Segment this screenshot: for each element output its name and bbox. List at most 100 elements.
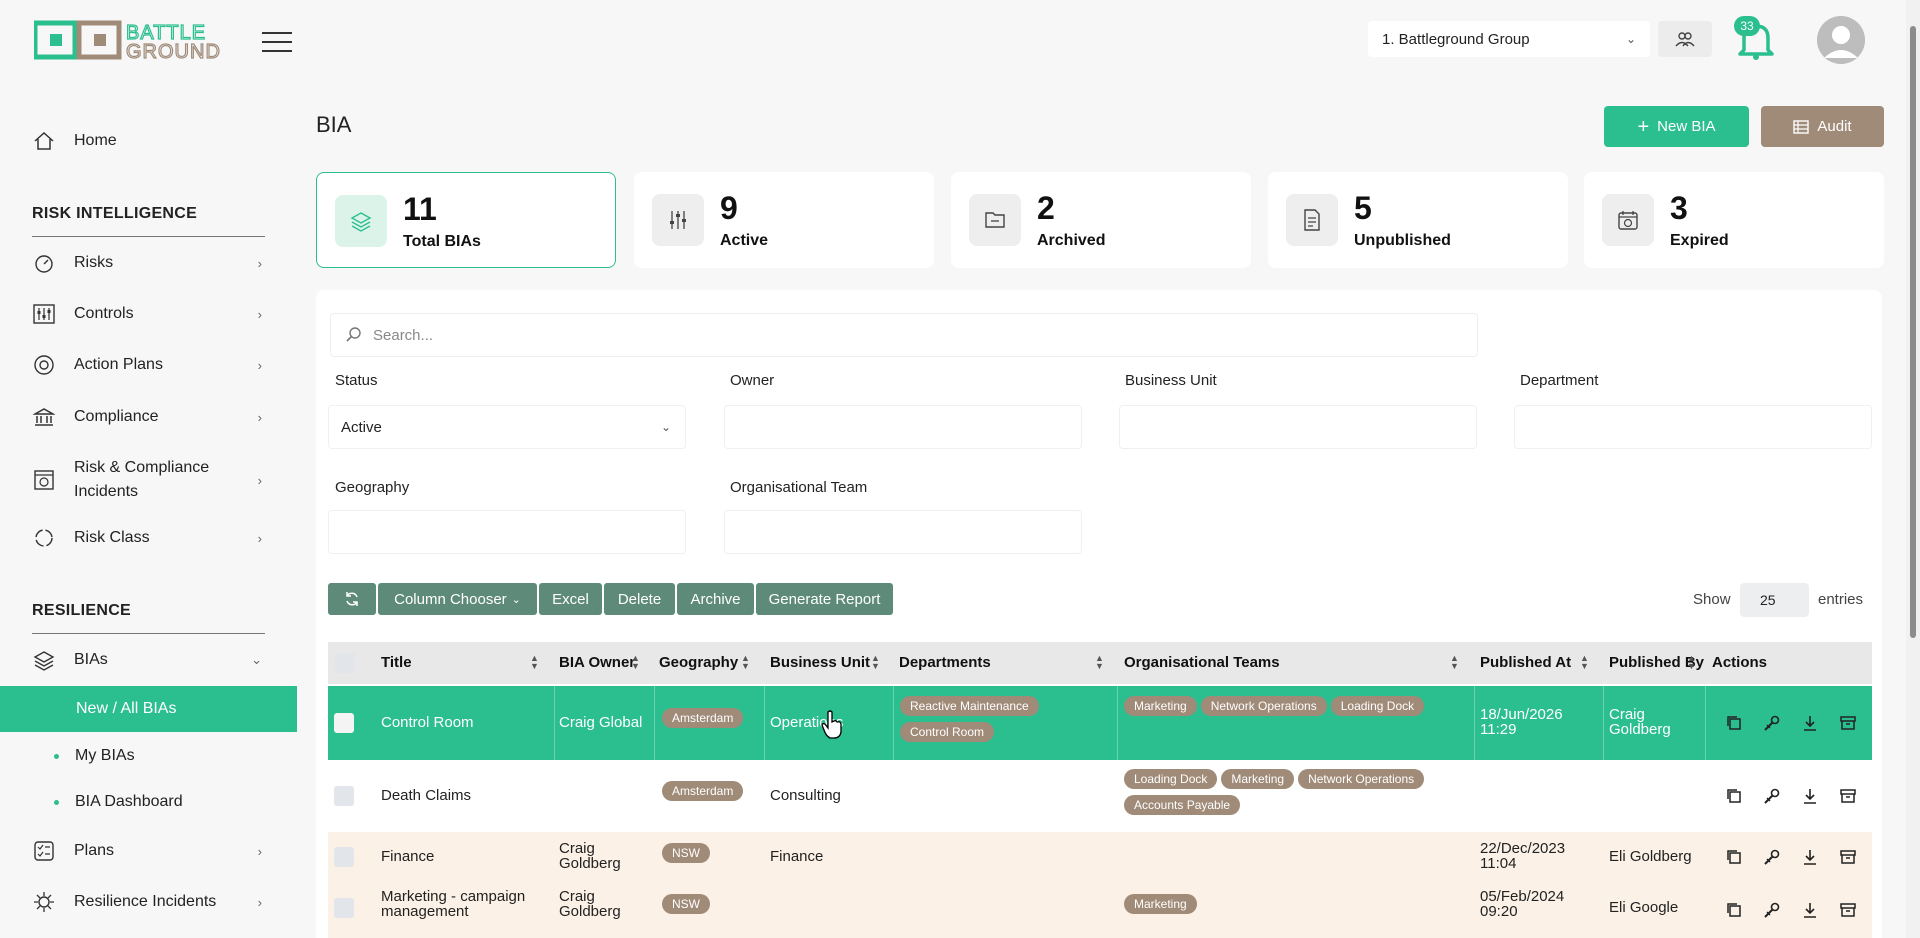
row-checkbox[interactable] [334, 786, 354, 806]
sidebar-item-controls[interactable]: Controls › [32, 294, 272, 334]
new-bia-label: New BIA [1657, 118, 1716, 135]
archive-button[interactable]: Archive [677, 583, 754, 615]
sidebar-item-compliance[interactable]: Compliance › [32, 397, 272, 437]
tools-icon[interactable] [1763, 848, 1781, 866]
team-tag: Marketing [1124, 894, 1197, 914]
stat-card-unpublished[interactable]: 5 Unpublished [1268, 172, 1568, 268]
tools-icon[interactable] [1763, 714, 1781, 732]
archive-box-icon[interactable] [1839, 714, 1857, 732]
sidebar-item-risk-compliance-incidents[interactable]: Risk & Compliance Incidents › [32, 455, 272, 505]
row-title[interactable]: Marketing - campaign management [381, 889, 551, 919]
table-row[interactable]: Death Claims Amsterdam Consulting Loadin… [328, 760, 1872, 832]
excel-button[interactable]: Excel [539, 583, 602, 615]
department-filter-select[interactable] [1514, 405, 1872, 449]
sidebar-item-action-plans[interactable]: Action Plans › [32, 345, 272, 385]
sidebar-item-bias[interactable]: BIAs ⌄ [32, 640, 272, 680]
delete-button[interactable]: Delete [604, 583, 675, 615]
sidebar-item-home[interactable]: Home [32, 121, 272, 161]
sort-icon[interactable]: ▲ ▼ [530, 654, 539, 671]
sort-icon[interactable]: ▲ ▼ [871, 654, 880, 671]
row-checkbox[interactable] [334, 898, 354, 918]
sidebar-item-risk-class[interactable]: Risk Class › [32, 518, 272, 558]
table-row[interactable]: Finance Craig Goldberg NSW Finance 22/De… [328, 832, 1872, 882]
battleground-logo[interactable]: BATTLE GROUND [32, 20, 246, 64]
sidebar-item-resilience-incidents[interactable]: Resilience Incidents › [32, 882, 272, 922]
row-business-unit: Consulting [770, 787, 841, 804]
organisation-select-value: 1. Battleground Group [1382, 30, 1530, 48]
sidebar-item-plans[interactable]: Plans › [32, 831, 272, 871]
tools-icon[interactable] [1763, 901, 1781, 919]
row-title[interactable]: Finance [381, 848, 434, 865]
archive-box-icon[interactable] [1839, 848, 1857, 866]
row-title[interactable]: Death Claims [381, 787, 471, 804]
users-group-button[interactable] [1658, 21, 1712, 57]
archive-box-icon[interactable] [1839, 901, 1857, 919]
generate-report-button[interactable]: Generate Report [756, 583, 893, 615]
geography-filter-label: Geography [335, 479, 410, 496]
stat-card-total[interactable]: 11 Total BIAs [316, 172, 616, 268]
search-input[interactable]: Search... [330, 313, 1478, 357]
scrollbar-thumb[interactable] [1910, 26, 1916, 638]
menu-toggle-icon[interactable] [262, 32, 292, 52]
sidebar-item-label: Controls [74, 305, 134, 322]
sort-icon[interactable]: ▲ ▼ [741, 654, 750, 671]
status-filter-select[interactable]: Active ⌄ [328, 405, 686, 449]
geography-filter-select[interactable] [328, 510, 686, 554]
row-published-at: 05/Feb/2024 09:20 [1480, 888, 1565, 920]
stat-card-active[interactable]: 9 Active [634, 172, 934, 268]
table-row[interactable]: Control Room Craig Global Amsterdam Oper… [328, 686, 1872, 760]
download-icon[interactable] [1801, 714, 1819, 732]
row-title[interactable]: Control Room [381, 714, 474, 731]
sidebar-subitem-new-all-bias[interactable]: New / All BIAs [0, 686, 297, 732]
copy-icon[interactable] [1725, 848, 1743, 866]
sort-icon[interactable]: ▲ ▼ [1687, 654, 1696, 671]
sort-icon[interactable]: ▲ ▼ [1580, 654, 1589, 671]
users-icon [1675, 32, 1695, 47]
archive-box-icon[interactable] [1839, 787, 1857, 805]
sort-icon[interactable]: ▲ ▼ [1450, 654, 1459, 671]
owner-filter-select[interactable] [724, 405, 1082, 449]
bullet-icon [54, 753, 59, 759]
sort-icon[interactable]: ▲ ▼ [631, 654, 640, 671]
column-header-published-at[interactable]: Published At [1480, 654, 1571, 671]
chevron-right-icon: › [257, 472, 262, 488]
row-checkbox[interactable] [334, 847, 354, 867]
download-icon[interactable] [1801, 901, 1819, 919]
user-avatar[interactable] [1817, 16, 1865, 64]
download-icon[interactable] [1801, 787, 1819, 805]
copy-icon[interactable] [1725, 901, 1743, 919]
sidebar-subitem-bia-dashboard[interactable]: BIA Dashboard [54, 782, 183, 822]
column-header-departments[interactable]: Departments [899, 654, 991, 671]
business-unit-filter-select[interactable] [1119, 405, 1477, 449]
sort-icon[interactable]: ▲ ▼ [1095, 654, 1104, 671]
org-team-filter-select[interactable] [724, 510, 1082, 554]
org-team-filter-label: Organisational Team [730, 479, 868, 496]
download-icon[interactable] [1801, 848, 1819, 866]
entries-per-page-input[interactable]: 25 [1740, 583, 1809, 617]
table-row[interactable]: Marketing - campaign management Craig Go… [328, 882, 1872, 938]
column-header-owner[interactable]: BIA Owner [559, 654, 635, 671]
stat-card-expired[interactable]: 3 Expired [1584, 172, 1884, 268]
copy-icon[interactable] [1725, 787, 1743, 805]
row-checkbox[interactable] [334, 713, 354, 733]
new-bia-button[interactable]: + New BIA [1604, 106, 1749, 147]
geography-cell: Amsterdam [662, 781, 747, 807]
refresh-button[interactable] [328, 583, 376, 615]
sidebar-subitem-my-bias[interactable]: My BIAs [54, 736, 135, 776]
column-header-org-teams[interactable]: Organisational Teams [1124, 654, 1280, 671]
copy-icon[interactable] [1725, 714, 1743, 732]
row-published-by: Eli Google [1609, 899, 1679, 916]
chevron-right-icon: › [257, 306, 262, 322]
column-header-title[interactable]: Title [381, 654, 412, 671]
column-chooser-button[interactable]: Column Chooser ⌄ [378, 583, 537, 615]
stat-card-archived[interactable]: 2 Archived [951, 172, 1251, 268]
column-header-business-unit[interactable]: Business Unit [770, 654, 870, 671]
tools-icon[interactable] [1763, 787, 1781, 805]
audit-button[interactable]: Audit [1761, 106, 1884, 147]
select-all-checkbox[interactable] [335, 653, 355, 673]
organisation-select[interactable]: 1. Battleground Group ⌄ [1368, 21, 1650, 57]
column-header-geography[interactable]: Geography [659, 654, 738, 671]
sidebar-item-risks[interactable]: Risks › [32, 243, 272, 283]
team-tag: Marketing [1221, 769, 1295, 789]
business-unit-filter-label: Business Unit [1125, 372, 1217, 389]
